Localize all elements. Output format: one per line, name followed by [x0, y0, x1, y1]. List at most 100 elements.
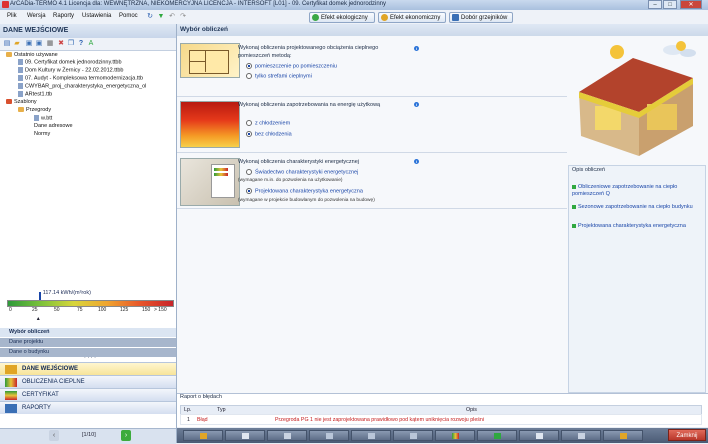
bottom-tool-button[interactable]	[477, 430, 517, 441]
certificate-note: (wymagane m.in. do pozwolenia na użytkow…	[238, 178, 343, 183]
radio-label: z chłodzeniem	[255, 120, 291, 127]
description-item-label: Obliczeniowe zapotrzebowanie na ciepło p…	[572, 184, 678, 197]
dobor-grzejnikow-button[interactable]: Dobór grzejników	[449, 12, 513, 23]
tree-item[interactable]: Dom Kultury w Żernicy - 22.02.2012.ttbb	[18, 67, 123, 73]
radio-projected-characteristics[interactable]: Projektowana charakterystyka energetyczn…	[246, 188, 363, 194]
tree-templates-label: Szablony	[14, 99, 37, 105]
bottom-tool-button[interactable]	[267, 430, 307, 441]
tool-icon	[410, 433, 417, 439]
save-as-icon[interactable]: ▣	[35, 40, 43, 48]
minimize-button[interactable]: –	[648, 0, 662, 9]
description-item[interactable]: Obliczeniowe zapotrzebowanie na ciepło p…	[572, 184, 698, 198]
menu-ustawienia[interactable]: Ustawienia	[82, 13, 111, 19]
thermal-calc-icon	[5, 378, 17, 387]
down-arrow-icon[interactable]: ▼	[157, 13, 165, 21]
copy-icon[interactable]: ❐	[67, 40, 75, 48]
tree-item[interactable]: 07. Audyt - Kompleksowa termomodernizacj…	[18, 75, 143, 81]
radio-certificate[interactable]: Świadectwo charakterystyki energetycznej	[246, 169, 358, 175]
info-icon[interactable]: i	[414, 46, 419, 51]
bottom-tool-button[interactable]	[309, 430, 349, 441]
nav-dane-wejsciowe[interactable]: DANE WEJŚCIOWE	[0, 362, 176, 375]
main-header: Wybór obliczeń	[177, 24, 708, 36]
menu-pomoc[interactable]: Pomoc	[119, 13, 138, 19]
nav-sub-dane-projektu[interactable]: Dane projektu	[0, 338, 176, 347]
refresh-icon[interactable]: ↻	[146, 13, 154, 21]
font-icon[interactable]: A	[87, 40, 95, 48]
tree-templates-node[interactable]: Szablony	[6, 99, 37, 105]
bottom-tool-button[interactable]	[183, 430, 223, 441]
bottom-tool-button[interactable]	[225, 430, 265, 441]
scale-marker-icon: ▴	[36, 316, 40, 322]
check-icon	[572, 184, 576, 189]
close-button[interactable]: Zamknij	[668, 429, 706, 441]
scale-tick: 25	[32, 307, 38, 313]
description-item[interactable]: Sezonowe zapotrzebowanie na ciepło budyn…	[572, 204, 698, 211]
nav-obliczenia-cieplne[interactable]: OBLICZENIA CIEPLNE	[0, 375, 176, 388]
bottom-tool-button[interactable]	[519, 430, 559, 441]
tool-icon	[284, 433, 291, 439]
nav-certyfikat[interactable]: CERTYFIKAT	[0, 388, 176, 401]
tree-item[interactable]: ARtest1.ttb	[18, 91, 52, 97]
maximize-button[interactable]: □	[663, 0, 677, 9]
efekt-ekologiczny-button[interactable]: Efekt ekologiczny	[309, 12, 375, 23]
radio-selected-icon	[246, 63, 252, 69]
radio-label: pomieszczenie po pomieszczeniu	[255, 63, 337, 70]
check-icon	[572, 204, 576, 209]
info-icon[interactable]: i	[414, 102, 419, 107]
efekt-ekologiczny-label: Efekt ekologiczny	[321, 15, 368, 21]
open-folder-icon[interactable]: ▰	[13, 40, 21, 48]
tool-icon	[620, 433, 627, 439]
efekt-ekonomiczny-label: Efekt ekonomiczny	[390, 15, 441, 21]
house-cutaway-icon	[579, 41, 696, 156]
window-close-button[interactable]: ✕	[680, 0, 702, 9]
pager-next-button[interactable]: ›	[121, 430, 131, 441]
tree-item[interactable]: w.btt	[34, 115, 52, 121]
table-row[interactable]: 1 Błąd Przegroda PG 1 nie jest zaprojekt…	[180, 414, 702, 425]
menu-wersja[interactable]: Wersja	[27, 13, 46, 19]
leaf-icon	[312, 14, 319, 21]
tool-icon	[242, 433, 249, 439]
menu-plik[interactable]: Plik	[7, 13, 17, 19]
save-icon[interactable]: ▣	[25, 40, 33, 48]
tree-item[interactable]: CWYBAR_proj_charakterystyka_energetyczna…	[18, 83, 146, 89]
coin-icon	[381, 14, 388, 21]
efekt-ekonomiczny-button[interactable]: Efekt ekonomiczny	[378, 12, 446, 23]
column-opis: Opis	[466, 407, 477, 413]
bottom-tool-button[interactable]	[351, 430, 391, 441]
undo-icon[interactable]: ↶	[168, 13, 176, 21]
section1-title-line2: pomieszczeń metodą:	[238, 53, 292, 59]
bottom-tool-button[interactable]	[435, 430, 475, 441]
nav-raporty[interactable]: RAPORTY	[0, 401, 176, 414]
nav-expand-handle[interactable]: · · · ·	[0, 355, 176, 361]
bottom-tool-button[interactable]	[561, 430, 601, 441]
tree-addresses-label: Dane adresowe	[34, 123, 73, 129]
tree-addresses-node[interactable]: Dane adresowe	[34, 123, 73, 129]
description-item[interactable]: Projektowana charakterystyka energetyczn…	[572, 223, 698, 230]
bottom-tool-button[interactable]	[393, 430, 433, 441]
tree-item-label: Dom Kultury w Żernicy - 22.02.2012.ttbb	[25, 67, 124, 74]
new-file-icon[interactable]: ▤	[3, 40, 11, 48]
section3-title: Wykonaj obliczenia charakterystyki energ…	[238, 159, 360, 165]
radio-room-by-room[interactable]: pomieszczenie po pomieszczeniu	[246, 63, 337, 69]
print-icon[interactable]: ▦	[46, 40, 54, 48]
radio-with-cooling[interactable]: z chłodzeniem	[246, 120, 290, 126]
menu-raporty[interactable]: Raporty	[53, 13, 74, 19]
nav-sub-wybor-obliczen[interactable]: Wybór obliczeń	[0, 328, 176, 337]
tool-icon	[536, 433, 543, 439]
tree-partitions-node[interactable]: Przegrody	[18, 107, 51, 113]
tree-norms-node[interactable]: Normy	[34, 131, 50, 137]
fire-image	[180, 101, 240, 148]
radio-without-cooling[interactable]: bez chłodzenia	[246, 131, 292, 137]
tree-recent-node[interactable]: Ostatnio używane	[6, 52, 58, 58]
info-icon[interactable]: i	[414, 159, 419, 164]
tree-item[interactable]: 09. Certyfikat domek jednorodzinny.ttbb	[18, 59, 122, 65]
radio-thermal-zones[interactable]: tylko strefami cieplnymi	[246, 73, 312, 79]
delete-icon[interactable]: ✖	[57, 40, 65, 48]
section1-title-line1: Wykonaj obliczenia projektowanego obciąż…	[238, 45, 379, 51]
pager-prev-button[interactable]: ‹	[49, 430, 59, 441]
bottom-tool-button[interactable]	[603, 430, 643, 441]
redo-icon[interactable]: ↷	[179, 13, 187, 21]
help-icon[interactable]: ?	[77, 40, 85, 48]
radio-selected-icon	[246, 188, 252, 194]
document-icon	[18, 59, 23, 65]
